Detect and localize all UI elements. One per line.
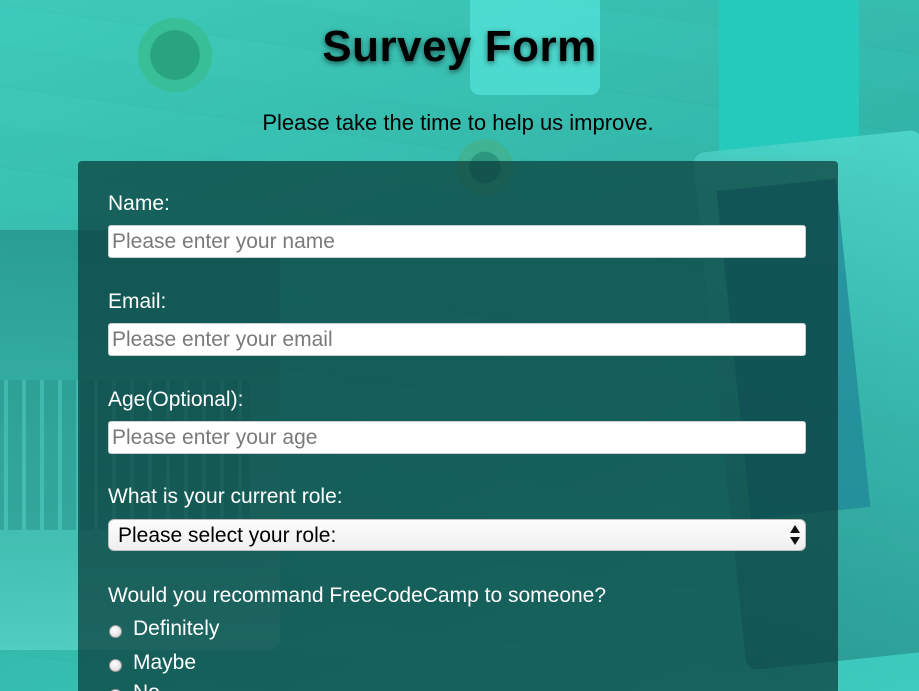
page-title: Survey Form [322, 22, 597, 71]
email-label: Email: [108, 290, 167, 313]
age-label: Age(Optional): [108, 388, 244, 411]
age-input[interactable] [108, 421, 806, 454]
survey-form: Name: Email: Age(Optional): What is your… [78, 161, 838, 691]
role-select[interactable]: Please select your role: [108, 519, 806, 551]
radio-button[interactable] [109, 659, 122, 672]
email-input[interactable] [108, 323, 806, 356]
radio-label-maybe: Maybe [133, 651, 197, 674]
select-updown-icon [790, 525, 800, 545]
radio-label-definitely: Definitely [133, 617, 220, 640]
recommend-question: Would you recommand FreeCodeCamp to some… [108, 584, 607, 607]
radio-button[interactable] [109, 625, 122, 638]
name-label: Name: [108, 192, 170, 215]
page-description: Please take the time to help us improve. [262, 110, 654, 135]
radio-label-no: No [133, 681, 160, 691]
role-select-value: Please select your role: [118, 524, 337, 547]
name-input[interactable] [108, 225, 806, 258]
role-label: What is your current role: [108, 485, 343, 508]
page-content: Survey Form Please take the time to help… [0, 0, 919, 691]
